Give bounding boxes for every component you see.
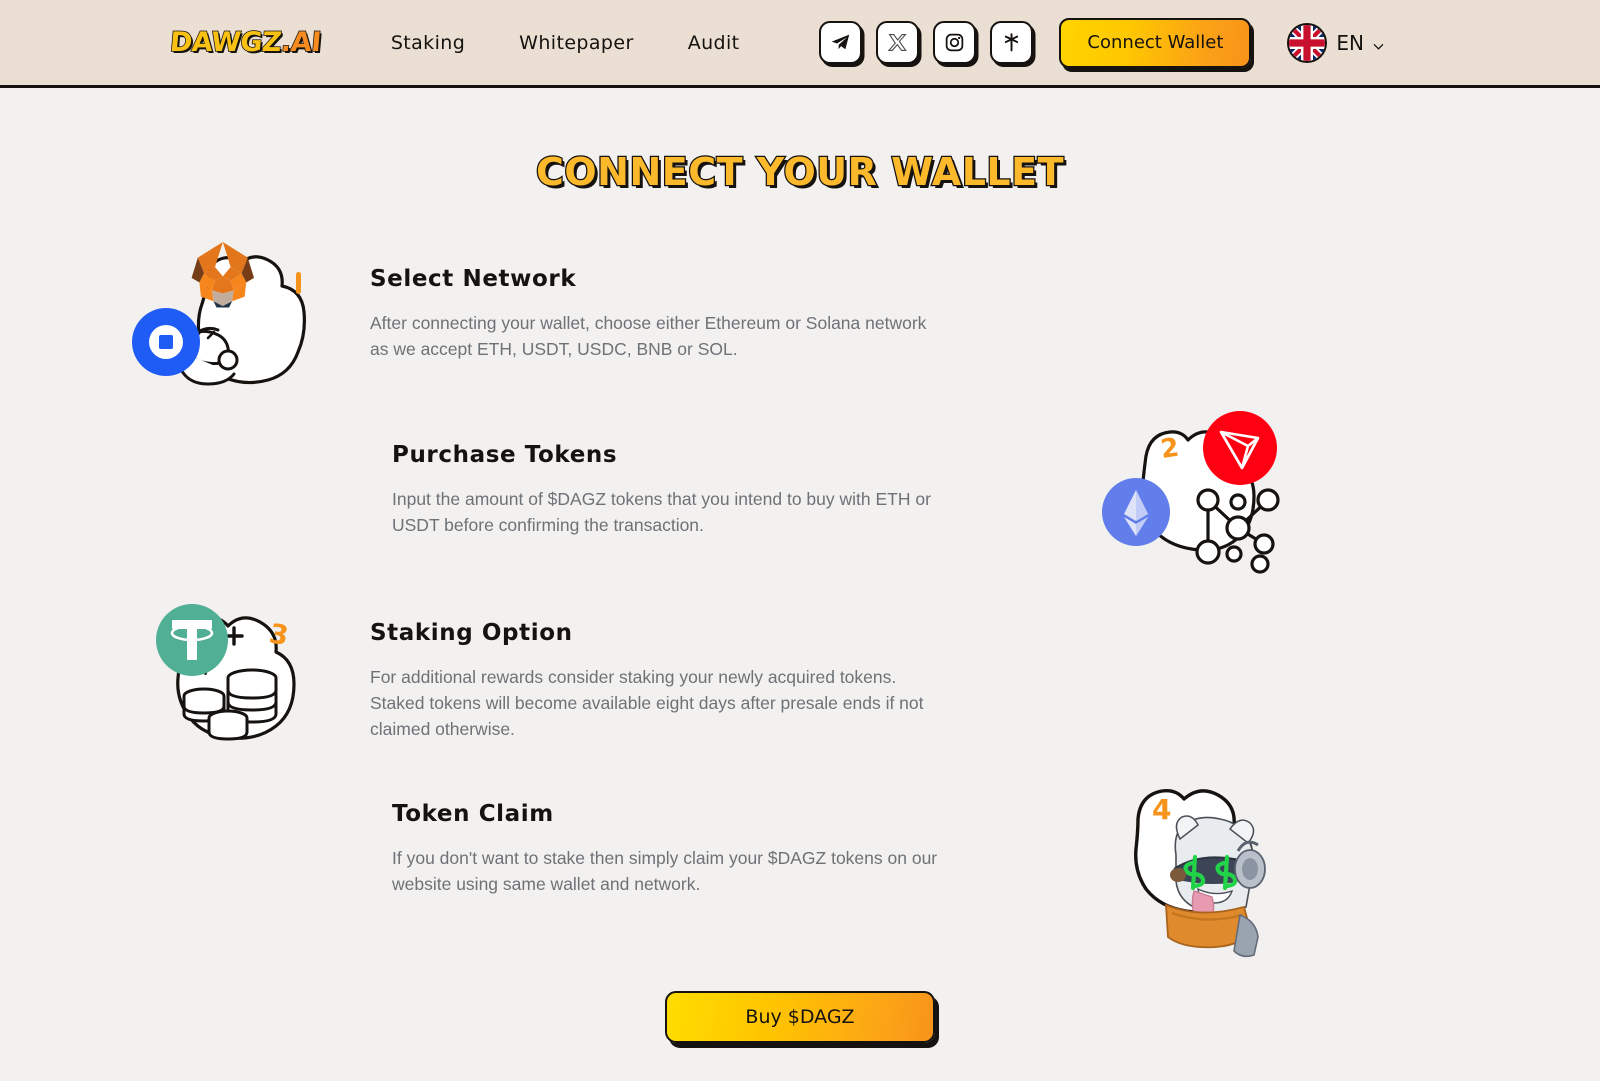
language-selector[interactable]: EN xyxy=(1287,22,1384,63)
step-text: Purchase Tokens Input the amount of $DAG… xyxy=(392,406,1092,538)
step-text: Select Network After connecting your wal… xyxy=(370,230,1100,362)
linktree-icon xyxy=(1001,32,1022,53)
main-navigation: Staking Whitepaper Audit xyxy=(391,32,740,54)
step-title: Purchase Tokens xyxy=(392,442,618,468)
step-item: 4 Token Claim If you don't want to stake… xyxy=(168,765,1298,961)
step-description: Input the amount of $DAGZ tokens that yo… xyxy=(392,489,931,535)
step-text: Token Claim If you don't want to stake t… xyxy=(392,765,1092,897)
social-link-telegram[interactable] xyxy=(819,21,863,64)
dawgz-mascot-illustration: 4 xyxy=(1102,765,1298,961)
buy-button-container: Buy $DAGZ xyxy=(0,991,1600,1043)
metamask-coinbase-wallet-illustration xyxy=(132,230,344,426)
tether-coin-stack-illustration: 3 xyxy=(148,584,344,780)
buy-dagz-button[interactable]: Buy $DAGZ xyxy=(665,991,935,1043)
step-title: Staking Option xyxy=(370,620,573,646)
social-link-x[interactable] xyxy=(876,21,920,64)
brand-logo-part2: .AI xyxy=(279,26,323,59)
brand-logo[interactable]: DAWGZ.AI xyxy=(168,26,323,59)
nav-item-audit[interactable]: Audit xyxy=(688,32,740,54)
header-actions: Connect Wallet EN xyxy=(819,17,1580,68)
step-item: 2 Purchase Tokens Input the amount of $D… xyxy=(168,406,1298,602)
telegram-icon xyxy=(830,32,851,53)
step-description: For additional rewards consider staking … xyxy=(370,667,924,739)
nav-item-whitepaper[interactable]: Whitepaper xyxy=(519,32,634,54)
chevron-down-icon xyxy=(1373,37,1384,50)
step-item: 3 Staking Option For additional rewards … xyxy=(148,584,1278,780)
site-header: DAWGZ.AI Staking Whitepaper Audit Connec… xyxy=(0,0,1600,88)
step-text: Staking Option For additional rewards co… xyxy=(370,584,1100,742)
svg-text:4: 4 xyxy=(1152,793,1171,826)
social-link-instagram[interactable] xyxy=(933,21,977,64)
step-title: Select Network xyxy=(370,266,577,292)
step-description: After connecting your wallet, choose eit… xyxy=(370,313,927,359)
instagram-icon xyxy=(944,32,965,53)
uk-flag-icon xyxy=(1287,22,1328,63)
svg-text:3: 3 xyxy=(267,618,291,652)
tron-ethereum-network-illustration: 2 xyxy=(1102,406,1298,602)
x-twitter-icon xyxy=(888,33,908,52)
page-title: CONNECT YOUR WALLET xyxy=(535,149,1065,196)
social-link-linktree[interactable] xyxy=(990,21,1034,64)
connect-wallet-button[interactable]: Connect Wallet xyxy=(1059,17,1252,68)
brand-logo-part1: DAWGZ xyxy=(168,26,283,59)
step-description: If you don't want to stake then simply c… xyxy=(392,848,938,894)
language-code: EN xyxy=(1336,30,1364,55)
steps-section: Select Network After connecting your wal… xyxy=(0,230,1600,961)
step-item: Select Network After connecting your wal… xyxy=(132,230,1278,426)
step-title: Token Claim xyxy=(392,801,554,827)
nav-item-staking[interactable]: Staking xyxy=(391,32,465,54)
